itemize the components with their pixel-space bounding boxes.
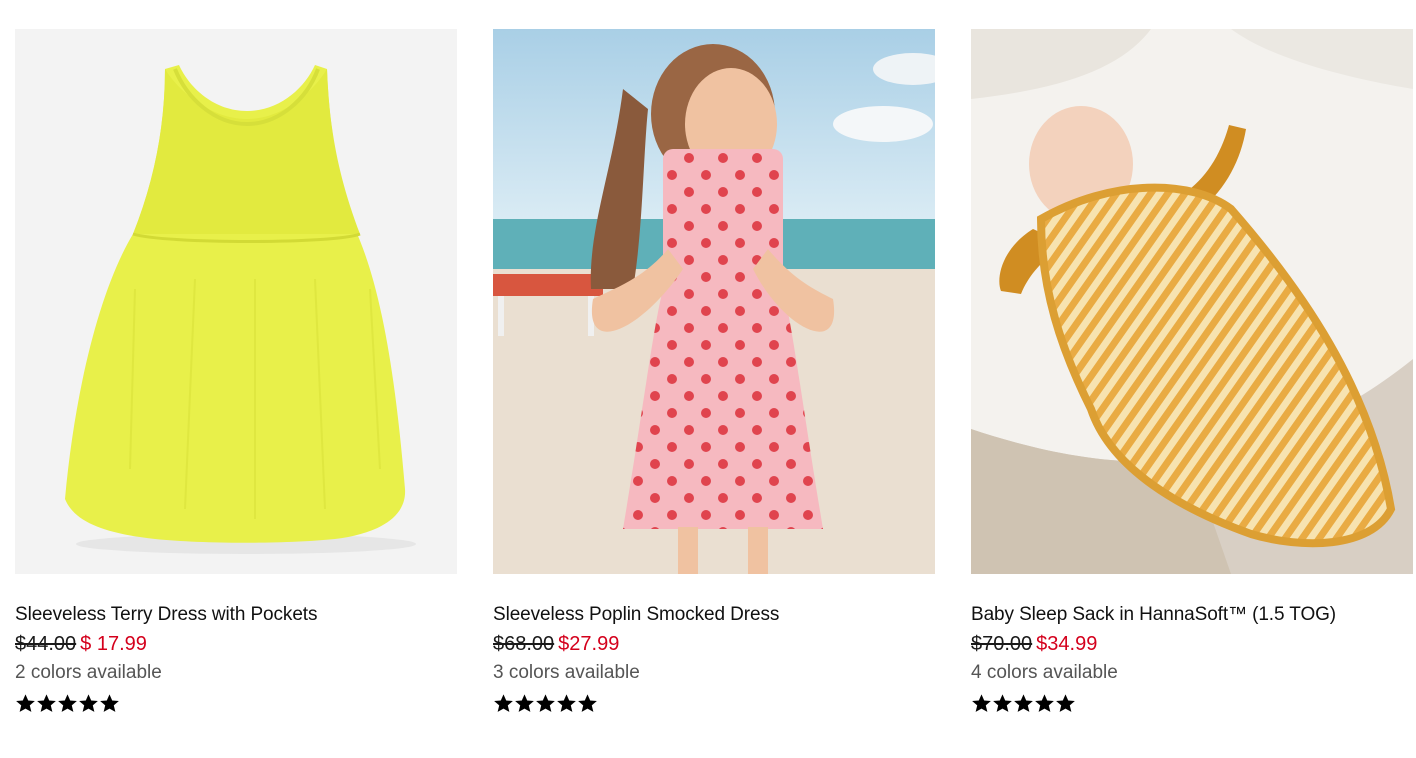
star-icon bbox=[556, 693, 577, 714]
star-icon bbox=[992, 693, 1013, 714]
product-image-yellow-dress[interactable] bbox=[15, 29, 457, 574]
product-title[interactable]: Sleeveless Terry Dress with Pockets bbox=[15, 603, 457, 627]
product-title[interactable]: Baby Sleep Sack in HannaSoft™ (1.5 TOG) bbox=[971, 603, 1413, 627]
sale-price: $27.99 bbox=[558, 633, 620, 655]
star-icon bbox=[36, 693, 57, 714]
original-price: $44.00 bbox=[15, 633, 77, 655]
product-title[interactable]: Sleeveless Poplin Smocked Dress bbox=[493, 603, 935, 627]
star-icon bbox=[15, 693, 36, 714]
sale-price: $34.99 bbox=[1036, 633, 1098, 655]
product-image-pink-dress[interactable] bbox=[493, 29, 935, 574]
star-icon bbox=[971, 693, 992, 714]
product-card[interactable]: Sleeveless Poplin Smocked Dress $68.00 $2… bbox=[493, 29, 935, 715]
star-icon bbox=[514, 693, 535, 714]
product-card[interactable]: Sleeveless Terry Dress with Pockets $44.… bbox=[15, 29, 457, 715]
star-icon bbox=[78, 693, 99, 714]
product-image-sleep-sack[interactable] bbox=[971, 29, 1413, 574]
star-icon bbox=[577, 693, 598, 714]
colors-available: 3 colors available bbox=[493, 662, 640, 683]
original-price: $70.00 bbox=[971, 633, 1033, 655]
star-rating bbox=[493, 693, 935, 715]
product-price: $68.00 $27.99 bbox=[493, 632, 935, 656]
star-icon bbox=[1013, 693, 1034, 714]
star-rating bbox=[15, 693, 457, 715]
star-icon bbox=[1055, 693, 1076, 714]
star-icon bbox=[493, 693, 514, 714]
star-rating bbox=[971, 693, 1413, 715]
colors-available: 4 colors available bbox=[971, 662, 1118, 683]
sale-price: $ 17.99 bbox=[80, 633, 147, 655]
product-price: $44.00 $ 17.99 bbox=[15, 632, 457, 656]
product-card[interactable]: Baby Sleep Sack in HannaSoft™ (1.5 TOG) … bbox=[971, 29, 1413, 715]
star-icon bbox=[99, 693, 120, 714]
star-icon bbox=[57, 693, 78, 714]
original-price: $68.00 bbox=[493, 633, 555, 655]
colors-available: 2 colors available bbox=[15, 662, 162, 683]
star-icon bbox=[535, 693, 556, 714]
product-grid: Sleeveless Terry Dress with Pockets $44.… bbox=[0, 0, 1416, 758]
product-price: $70.00 $34.99 bbox=[971, 632, 1413, 656]
star-icon bbox=[1034, 693, 1055, 714]
